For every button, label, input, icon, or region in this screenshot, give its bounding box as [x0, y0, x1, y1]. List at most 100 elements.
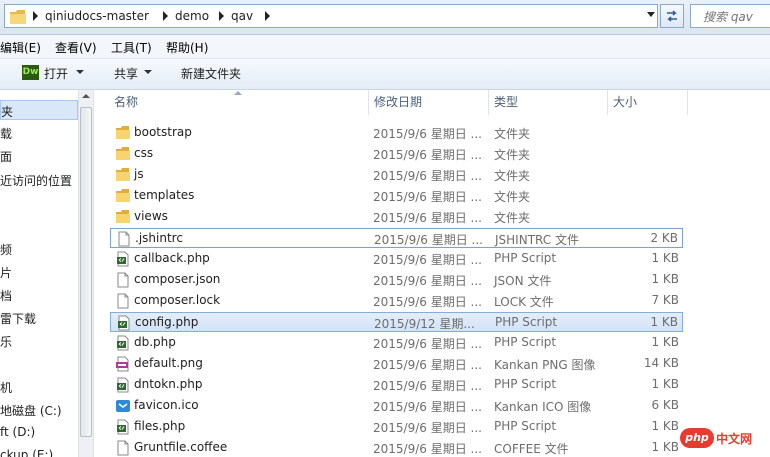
file-row[interactable]: callback.php 2015/9/6 星期日 ... PHP Script 1 … [110, 249, 683, 269]
file-date: 2015/9/6 星期日 ... [373, 379, 482, 393]
file-row[interactable]: templates 2015/9/6 星期日 ... 文件夹 [110, 186, 683, 206]
file-row[interactable]: composer.lock 2015/9/6 星期日 ... LOCK 文件 7 KB [110, 291, 683, 311]
file-type: PHP Script [494, 251, 557, 265]
file-row[interactable]: db.php 2015/9/6 星期日 ... PHP Script 1 KB [110, 333, 683, 353]
address-path-box[interactable]: qiniudocs-master demo qav [4, 4, 658, 28]
watermark-text: 中文网 [716, 432, 753, 446]
file-name: css [134, 146, 154, 160]
file-name: db.php [134, 335, 176, 349]
column-divider[interactable] [607, 90, 608, 115]
search-box[interactable] [690, 4, 770, 28]
file-size: 1 KB [651, 377, 679, 391]
php-logo: php [680, 428, 714, 448]
nav-item-documents[interactable]: 档 [0, 287, 12, 304]
file-row[interactable]: favicon.ico 2015/9/6 星期日 ... Kankan ICO 图像… [110, 396, 683, 416]
php-file-icon [117, 335, 129, 351]
file-name: files.php [134, 419, 186, 433]
nav-item-drive-d[interactable]: ft (D:) [0, 425, 35, 439]
breadcrumb-item[interactable]: qav [231, 9, 253, 23]
chevron-right-icon[interactable] [33, 11, 39, 21]
history-dropdown-icon[interactable] [647, 12, 655, 18]
file-type: PHP Script [494, 377, 557, 391]
file-name: bootstrap [134, 125, 192, 139]
menu-view[interactable]: 查看(V) [55, 39, 97, 56]
file-row[interactable]: config.php 2015/9/12 星期... PHP Script 1 KB [110, 312, 683, 332]
chevron-right-icon[interactable] [163, 11, 169, 21]
file-row[interactable]: composer.json 2015/9/6 星期日 ... JSON 文件 1 KB [110, 270, 683, 290]
nav-item-pictures[interactable]: 片 [0, 264, 12, 281]
blank-file-icon [117, 293, 129, 309]
nav-item-downloads[interactable]: 载 [0, 125, 12, 142]
file-name: Gruntfile.coffee [134, 440, 228, 454]
file-name: .jshintrc [135, 231, 183, 245]
file-row[interactable]: files.php 2015/9/6 星期日 ... PHP Script 1 KB [110, 417, 683, 437]
file-date: 2015/9/6 星期日 ... [373, 127, 482, 141]
php-file-icon [117, 251, 129, 267]
file-date: 2015/9/6 星期日 ... [373, 253, 482, 267]
nav-item-desktop[interactable]: 面 [0, 148, 12, 165]
refresh-button[interactable] [660, 4, 684, 28]
nav-item-recent-places[interactable]: 近访问的位置 [0, 172, 72, 189]
nav-item-videos[interactable]: 频 [0, 241, 12, 258]
file-size: 1 KB [651, 419, 679, 433]
scroll-thumb[interactable] [80, 107, 92, 437]
folder-icon [116, 126, 130, 139]
nav-scrollbar[interactable] [78, 90, 94, 457]
open-button[interactable]: 打开 [44, 65, 68, 82]
file-row[interactable]: css 2015/9/6 星期日 ... 文件夹 [110, 144, 683, 164]
file-date: 2015/9/6 星期日 ... [373, 400, 482, 414]
nav-item-computer[interactable]: 机 [0, 379, 12, 396]
file-row[interactable]: dntokn.php 2015/9/6 星期日 ... PHP Script 1 KB [110, 375, 683, 395]
file-date: 2015/9/6 星期日 ... [373, 169, 482, 183]
share-dropdown-icon[interactable] [144, 70, 152, 74]
nav-item-thunder-downloads[interactable]: 雷下载 [0, 310, 36, 327]
nav-item-music[interactable]: 乐 [0, 333, 12, 350]
file-row[interactable]: js 2015/9/6 星期日 ... 文件夹 [110, 165, 683, 185]
new-folder-button[interactable]: 新建文件夹 [181, 65, 241, 82]
file-name: dntokn.php [134, 377, 203, 391]
png-image-icon [116, 356, 129, 372]
file-row[interactable]: Gruntfile.coffee 2015/9/6 星期日 ... COFFEE 文… [110, 438, 683, 457]
file-type: 文件夹 [494, 148, 531, 162]
file-type: 文件夹 [494, 211, 531, 225]
file-name: default.png [134, 356, 203, 370]
open-dropdown-icon[interactable] [76, 70, 84, 74]
file-row[interactable]: bootstrap 2015/9/6 星期日 ... 文件夹 [110, 123, 683, 143]
chevron-right-icon[interactable] [265, 11, 271, 21]
menu-tools[interactable]: 工具(T) [111, 39, 152, 56]
column-divider[interactable] [687, 90, 688, 115]
chevron-right-icon[interactable] [219, 11, 225, 21]
file-type: JSON 文件 [494, 274, 552, 288]
nav-item-drive-c[interactable]: 地磁盘 (C:) [0, 402, 62, 419]
file-name: favicon.ico [134, 398, 199, 412]
file-size: 1 KB [650, 315, 678, 329]
search-input[interactable] [701, 6, 770, 28]
nav-item-drive-e[interactable]: ckup (E:) [0, 448, 53, 457]
php-file-icon [117, 377, 129, 393]
nav-item-favorites[interactable]: 夹 [0, 100, 78, 120]
menu-edit[interactable]: 编辑(E) [0, 39, 41, 56]
column-header-type[interactable]: 类型 [494, 90, 518, 115]
column-divider[interactable] [488, 90, 489, 115]
sort-ascending-icon [234, 91, 242, 95]
column-header-date[interactable]: 修改日期 [374, 90, 422, 115]
file-date: 2015/9/6 星期日 ... [373, 190, 482, 204]
file-name: callback.php [134, 251, 210, 265]
refresh-icon [667, 10, 677, 22]
column-header-size[interactable]: 大小 [613, 90, 637, 115]
column-divider[interactable] [368, 90, 369, 115]
blank-file-icon [118, 231, 130, 247]
menu-bar: 编辑(E) 查看(V) 工具(T) 帮助(H) [0, 35, 770, 59]
address-bar: qiniudocs-master demo qav [0, 0, 770, 35]
file-row[interactable]: views 2015/9/6 星期日 ... 文件夹 [110, 207, 683, 227]
file-row[interactable]: default.png 2015/9/6 星期日 ... Kankan PNG 图像… [110, 354, 683, 374]
folder-icon [116, 168, 130, 181]
file-row[interactable]: .jshintrc 2015/9/6 星期日 ... JSHINTRC 文件 2 KB [110, 228, 683, 248]
breadcrumb-item[interactable]: qiniudocs-master [45, 9, 149, 23]
menu-help[interactable]: 帮助(H) [166, 39, 208, 56]
scroll-up-arrow-icon[interactable] [82, 94, 90, 98]
breadcrumb-item[interactable]: demo [175, 9, 209, 23]
column-header-name[interactable]: 名称 [114, 90, 138, 115]
file-date: 2015/9/6 星期日 ... [373, 148, 482, 162]
share-button[interactable]: 共享 [114, 65, 138, 82]
